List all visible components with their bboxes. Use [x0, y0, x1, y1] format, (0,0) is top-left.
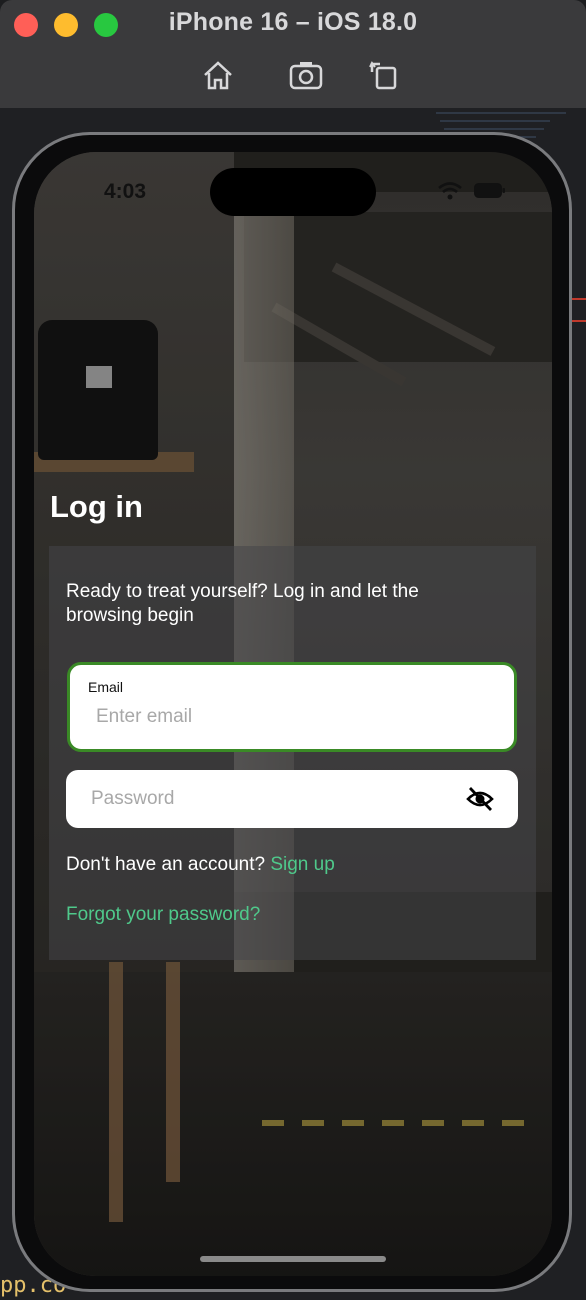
password-field[interactable] [66, 770, 518, 828]
wifi-icon [438, 182, 462, 200]
dynamic-island [210, 168, 376, 216]
signup-link[interactable]: Sign up [270, 854, 334, 875]
ide-code-line [444, 128, 544, 130]
login-subtitle: Ready to treat yourself? Log in and let … [66, 581, 419, 626]
email-field[interactable]: Email [67, 662, 517, 752]
eye-slash-icon[interactable] [466, 786, 494, 812]
screenshot-icon[interactable] [288, 58, 324, 92]
ide-code-line [440, 120, 550, 122]
password-input[interactable] [91, 785, 451, 813]
rotate-icon[interactable] [366, 58, 402, 92]
simulator-toolbar: iPhone 16 – iOS 18.0 [0, 0, 586, 109]
ide-code-line [436, 112, 566, 114]
home-indicator[interactable] [200, 1256, 386, 1262]
signup-prompt: Don't have an account? [66, 854, 271, 875]
login-card: Ready to treat yourself? Log in and let … [49, 546, 536, 960]
email-input[interactable] [96, 703, 476, 731]
status-time: 4:03 [104, 180, 147, 203]
battery-icon [474, 183, 506, 198]
page-title: Log in [50, 489, 143, 524]
email-label: Email [88, 679, 124, 695]
signup-row: Don't have an account? Sign up [66, 854, 335, 876]
iphone-screen: 4:03 Log in Ready to treat yourself? Log… [34, 152, 552, 1276]
simulator-title: iPhone 16 – iOS 18.0 [168, 8, 418, 36]
forgot-password-link[interactable]: Forgot your password? [66, 904, 260, 926]
home-icon[interactable] [200, 58, 236, 92]
